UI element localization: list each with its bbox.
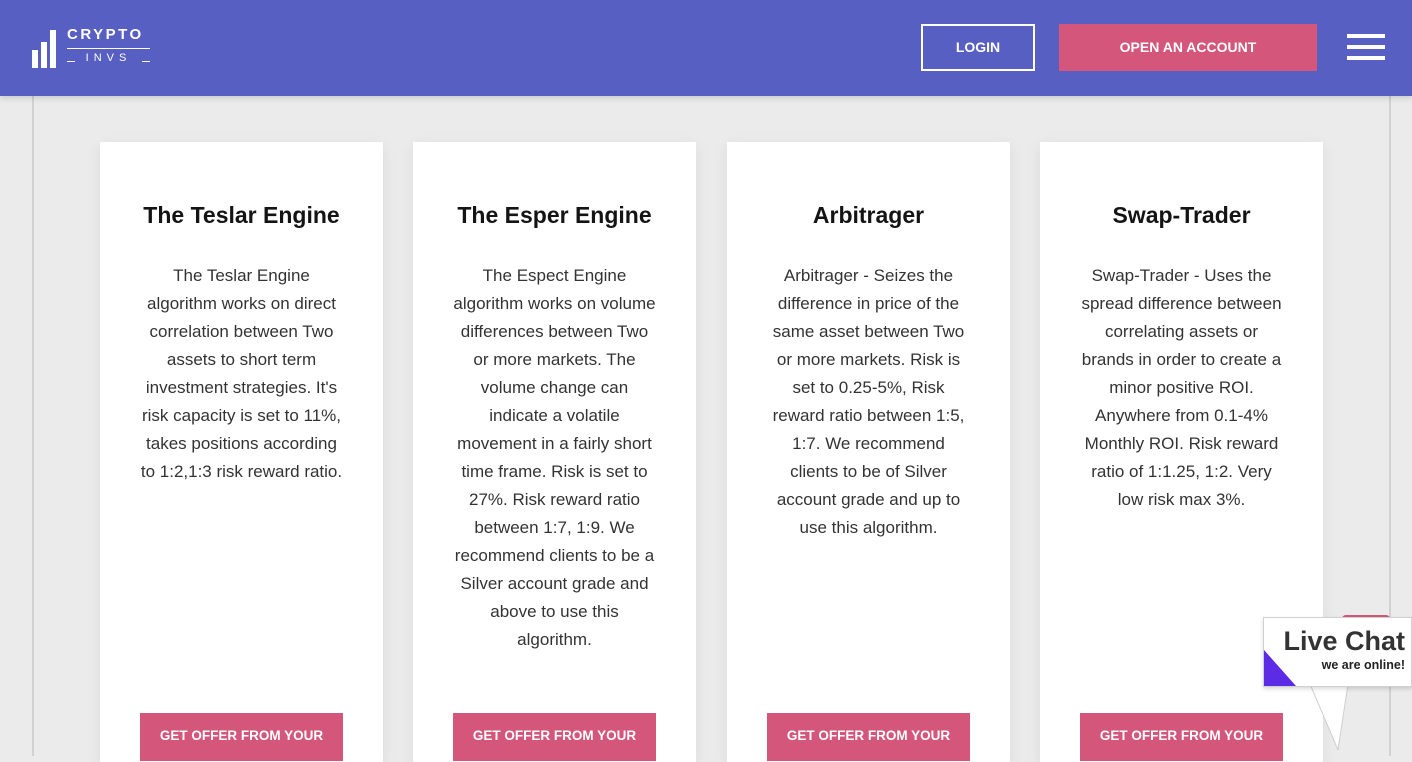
algorithm-card-teslar: The Teslar Engine The Teslar Engine algo… xyxy=(100,142,383,762)
get-offer-button[interactable]: GET OFFER FROM YOUR xyxy=(1080,713,1283,761)
logo-text-top: CRYPTO xyxy=(67,26,144,43)
logo-bars-icon xyxy=(32,30,62,68)
open-account-button[interactable]: OPEN AN ACCOUNT xyxy=(1059,24,1317,71)
get-offer-button[interactable]: GET OFFER FROM YOUR xyxy=(453,713,656,761)
card-description: The Espect Engine algorithm works on vol… xyxy=(453,266,656,649)
card-title: The Esper Engine xyxy=(457,202,652,228)
card-description: Arbitrager - Seizes the difference in pr… xyxy=(772,266,965,537)
hamburger-menu-icon[interactable] xyxy=(1346,34,1386,62)
card-title: Swap-Trader xyxy=(1112,202,1251,228)
logo-dash-right xyxy=(142,61,150,62)
crypto-invs-logo[interactable]: CRYPTO INVS xyxy=(30,24,160,70)
logo-divider xyxy=(67,48,150,49)
live-chat-widget[interactable]: Live Chat we are online! xyxy=(1263,617,1412,687)
card-title: The Teslar Engine xyxy=(143,202,340,228)
get-offer-button[interactable]: GET OFFER FROM YOUR xyxy=(767,713,970,761)
get-offer-button[interactable]: GET OFFER FROM YOUR xyxy=(140,713,343,761)
site-header: CRYPTO INVS LOGIN OPEN AN ACCOUNT xyxy=(0,0,1412,96)
card-description: Swap-Trader - Uses the spread difference… xyxy=(1081,266,1282,509)
algorithm-card-arbitrager: Arbitrager Arbitrager - Seizes the diffe… xyxy=(727,142,1010,762)
login-button[interactable]: LOGIN xyxy=(921,24,1035,71)
live-chat-title: Live Chat xyxy=(1283,626,1405,656)
card-title: Arbitrager xyxy=(812,202,925,228)
live-chat-subtitle: we are online! xyxy=(1321,658,1405,672)
chat-bubble-tail-icon xyxy=(1310,684,1349,750)
logo-text-bottom: INVS xyxy=(85,52,132,64)
algorithm-card-esper: The Esper Engine The Espect Engine algor… xyxy=(413,142,696,762)
card-description: The Teslar Engine algorithm works on dir… xyxy=(140,266,343,481)
